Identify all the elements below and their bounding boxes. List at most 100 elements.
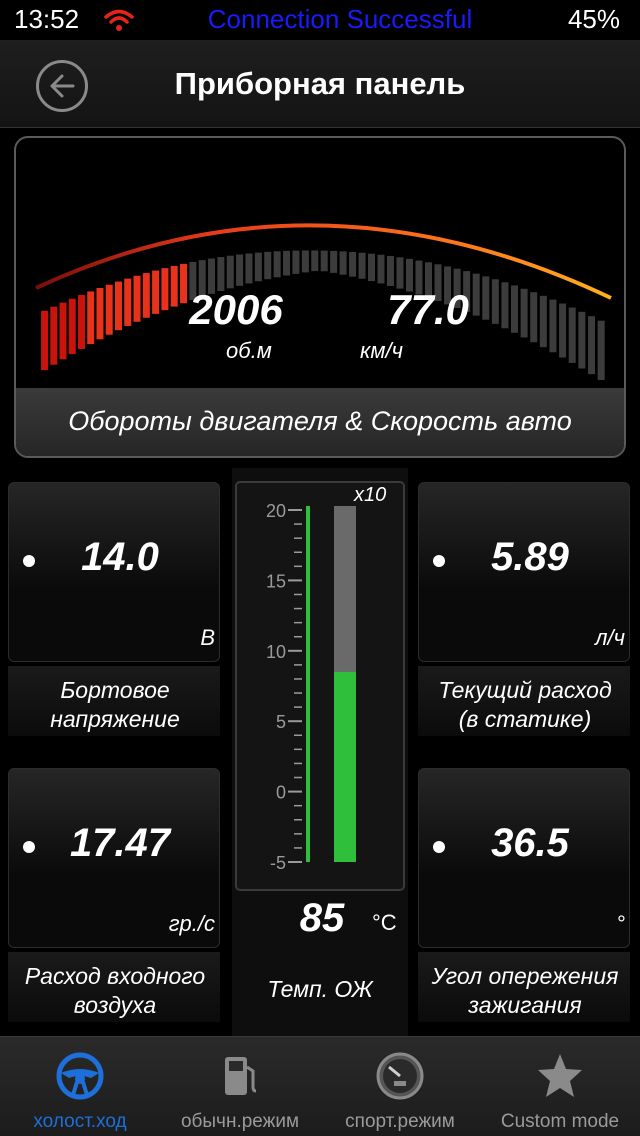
gauge-segment <box>68 298 76 355</box>
gauge-segment <box>539 295 547 348</box>
gauge-segment <box>520 288 528 338</box>
timing-tile[interactable]: 36.5 ° <box>418 768 630 948</box>
voltage-label: Бортовое напряжение <box>2 676 228 734</box>
scale-label: 10 <box>266 642 286 662</box>
fuel-rate-tile[interactable]: 5.89 л/ч <box>418 482 630 662</box>
gauge-segment <box>386 255 394 286</box>
scale-label: 5 <box>276 712 286 732</box>
thermometer: 20 15 10 5 0 -5 <box>235 481 405 891</box>
gauge-segment <box>152 270 160 314</box>
page-title: Приборная панель <box>174 66 466 101</box>
gauge-segment <box>254 252 262 282</box>
airflow-tile[interactable]: 17.47 гр./с <box>8 768 220 948</box>
timing-unit: ° <box>616 911 625 936</box>
voltage-label-line2: напряжение <box>50 706 180 732</box>
voltage-unit: В <box>200 625 215 650</box>
scale-label: 0 <box>276 783 286 803</box>
gauge-segment <box>530 292 538 343</box>
airflow-label: Расход входного воздуха <box>2 962 228 1020</box>
rpm-speed-gauge[interactable]: 2006 об.м 77.0 км/ч Обороты двигателя & … <box>14 136 626 458</box>
airflow-value: 17.47 <box>69 821 171 865</box>
thermometer-guide-line <box>306 506 310 862</box>
coolant-multiplier: x10 <box>354 484 387 506</box>
header: Приборная панель <box>0 40 640 128</box>
tab-custom[interactable]: Custom mode <box>480 1037 640 1136</box>
gauge-segment <box>59 302 67 360</box>
gauge-segment <box>320 250 328 272</box>
airflow-unit: гр./с <box>168 911 215 936</box>
gauge-segment <box>358 252 366 279</box>
scale-label: 15 <box>266 571 286 591</box>
tab-label: Custom mode <box>500 1111 620 1132</box>
timing-label-line1: Угол опережения <box>431 963 619 989</box>
gauge-segment <box>301 250 309 273</box>
gauge-segment <box>114 281 122 331</box>
gauge-segment <box>339 251 347 275</box>
gauge-segment <box>559 303 567 358</box>
gauge-segment <box>568 307 576 363</box>
coolant-value: 85 <box>299 896 345 940</box>
rpm-value: 2006 <box>189 286 283 333</box>
gauge-segment <box>96 288 104 340</box>
timing-label: Угол опережения зажигания <box>412 962 638 1020</box>
coolant-label: Темп. ОЖ <box>267 976 373 1002</box>
gauge-label-bar: Обороты двигателя & Скорость авто <box>16 388 624 456</box>
fuel-pump-icon <box>225 1057 257 1095</box>
gauge-segment <box>330 250 338 273</box>
rpm-unit: об.м <box>226 338 272 363</box>
tab-label: спорт.режим <box>345 1111 455 1132</box>
status-bar: 13:52 Connection Successful 45% <box>0 0 640 40</box>
gauge-segments <box>41 250 605 381</box>
connection-status: Connection Successful <box>207 4 473 34</box>
tab-label: холост.ход <box>33 1111 127 1132</box>
gauge-segment <box>597 320 605 381</box>
fuel-label-line2: (в статике) <box>458 706 592 732</box>
thermometer-fill <box>334 671 356 862</box>
gauge-segment <box>142 273 150 318</box>
gauge-segment <box>133 275 141 322</box>
fuel-label-line1: Текущий расход <box>438 677 612 703</box>
gauge-segment <box>245 253 253 284</box>
fuel-rate-unit: л/ч <box>595 625 625 650</box>
fuel-rate-value: 5.89 <box>491 535 569 579</box>
scale-label: -5 <box>270 853 286 873</box>
speed-unit: км/ч <box>360 338 403 363</box>
gauge-segment <box>50 306 58 365</box>
star-icon <box>538 1054 582 1097</box>
tab-idle[interactable]: холост.ход <box>0 1037 160 1136</box>
tab-sport[interactable]: спорт.режим <box>320 1037 480 1136</box>
coolant-unit: °C <box>372 910 397 935</box>
gauge-segment <box>396 257 404 289</box>
voltage-label-line1: Бортовое <box>60 677 170 703</box>
gauge-segment <box>236 254 244 286</box>
gauge-segment <box>226 255 234 289</box>
gauge-arc <box>35 223 612 381</box>
timing-value: 36.5 <box>491 821 569 865</box>
speedometer-icon <box>376 1052 424 1100</box>
tab-bar: холост.ход обычн.режим спорт.режим Custo… <box>0 1036 640 1136</box>
voltage-value: 14.0 <box>81 535 159 579</box>
gauge-segment <box>105 284 113 335</box>
airflow-label-line2: воздуха <box>73 992 157 1018</box>
gauge-segment <box>368 253 376 282</box>
gauge-segment <box>578 311 586 369</box>
gauge-segment <box>588 316 596 375</box>
gauge-segment <box>41 310 49 371</box>
gauge-segment <box>87 291 95 345</box>
gauge-segment <box>311 250 319 272</box>
battery-level: 45% <box>567 4 620 34</box>
gauge-segment <box>549 299 557 353</box>
gauge-segment <box>501 282 509 329</box>
gauge-segment <box>77 295 85 350</box>
gauge-segment <box>283 250 291 276</box>
scale-label: 20 <box>266 501 286 521</box>
gauge-segment <box>349 252 357 277</box>
tab-label: обычн.режим <box>180 1111 300 1132</box>
gauge-segment <box>292 250 300 274</box>
timing-label-line2: зажигания <box>468 992 582 1018</box>
voltage-tile[interactable]: 14.0 В <box>8 482 220 662</box>
speed-value: 77.0 <box>387 286 469 333</box>
tab-normal[interactable]: обычн.режим <box>160 1037 320 1136</box>
gauge-segment <box>264 251 272 280</box>
gauge-label: Обороты двигателя & Скорость авто <box>68 406 572 436</box>
